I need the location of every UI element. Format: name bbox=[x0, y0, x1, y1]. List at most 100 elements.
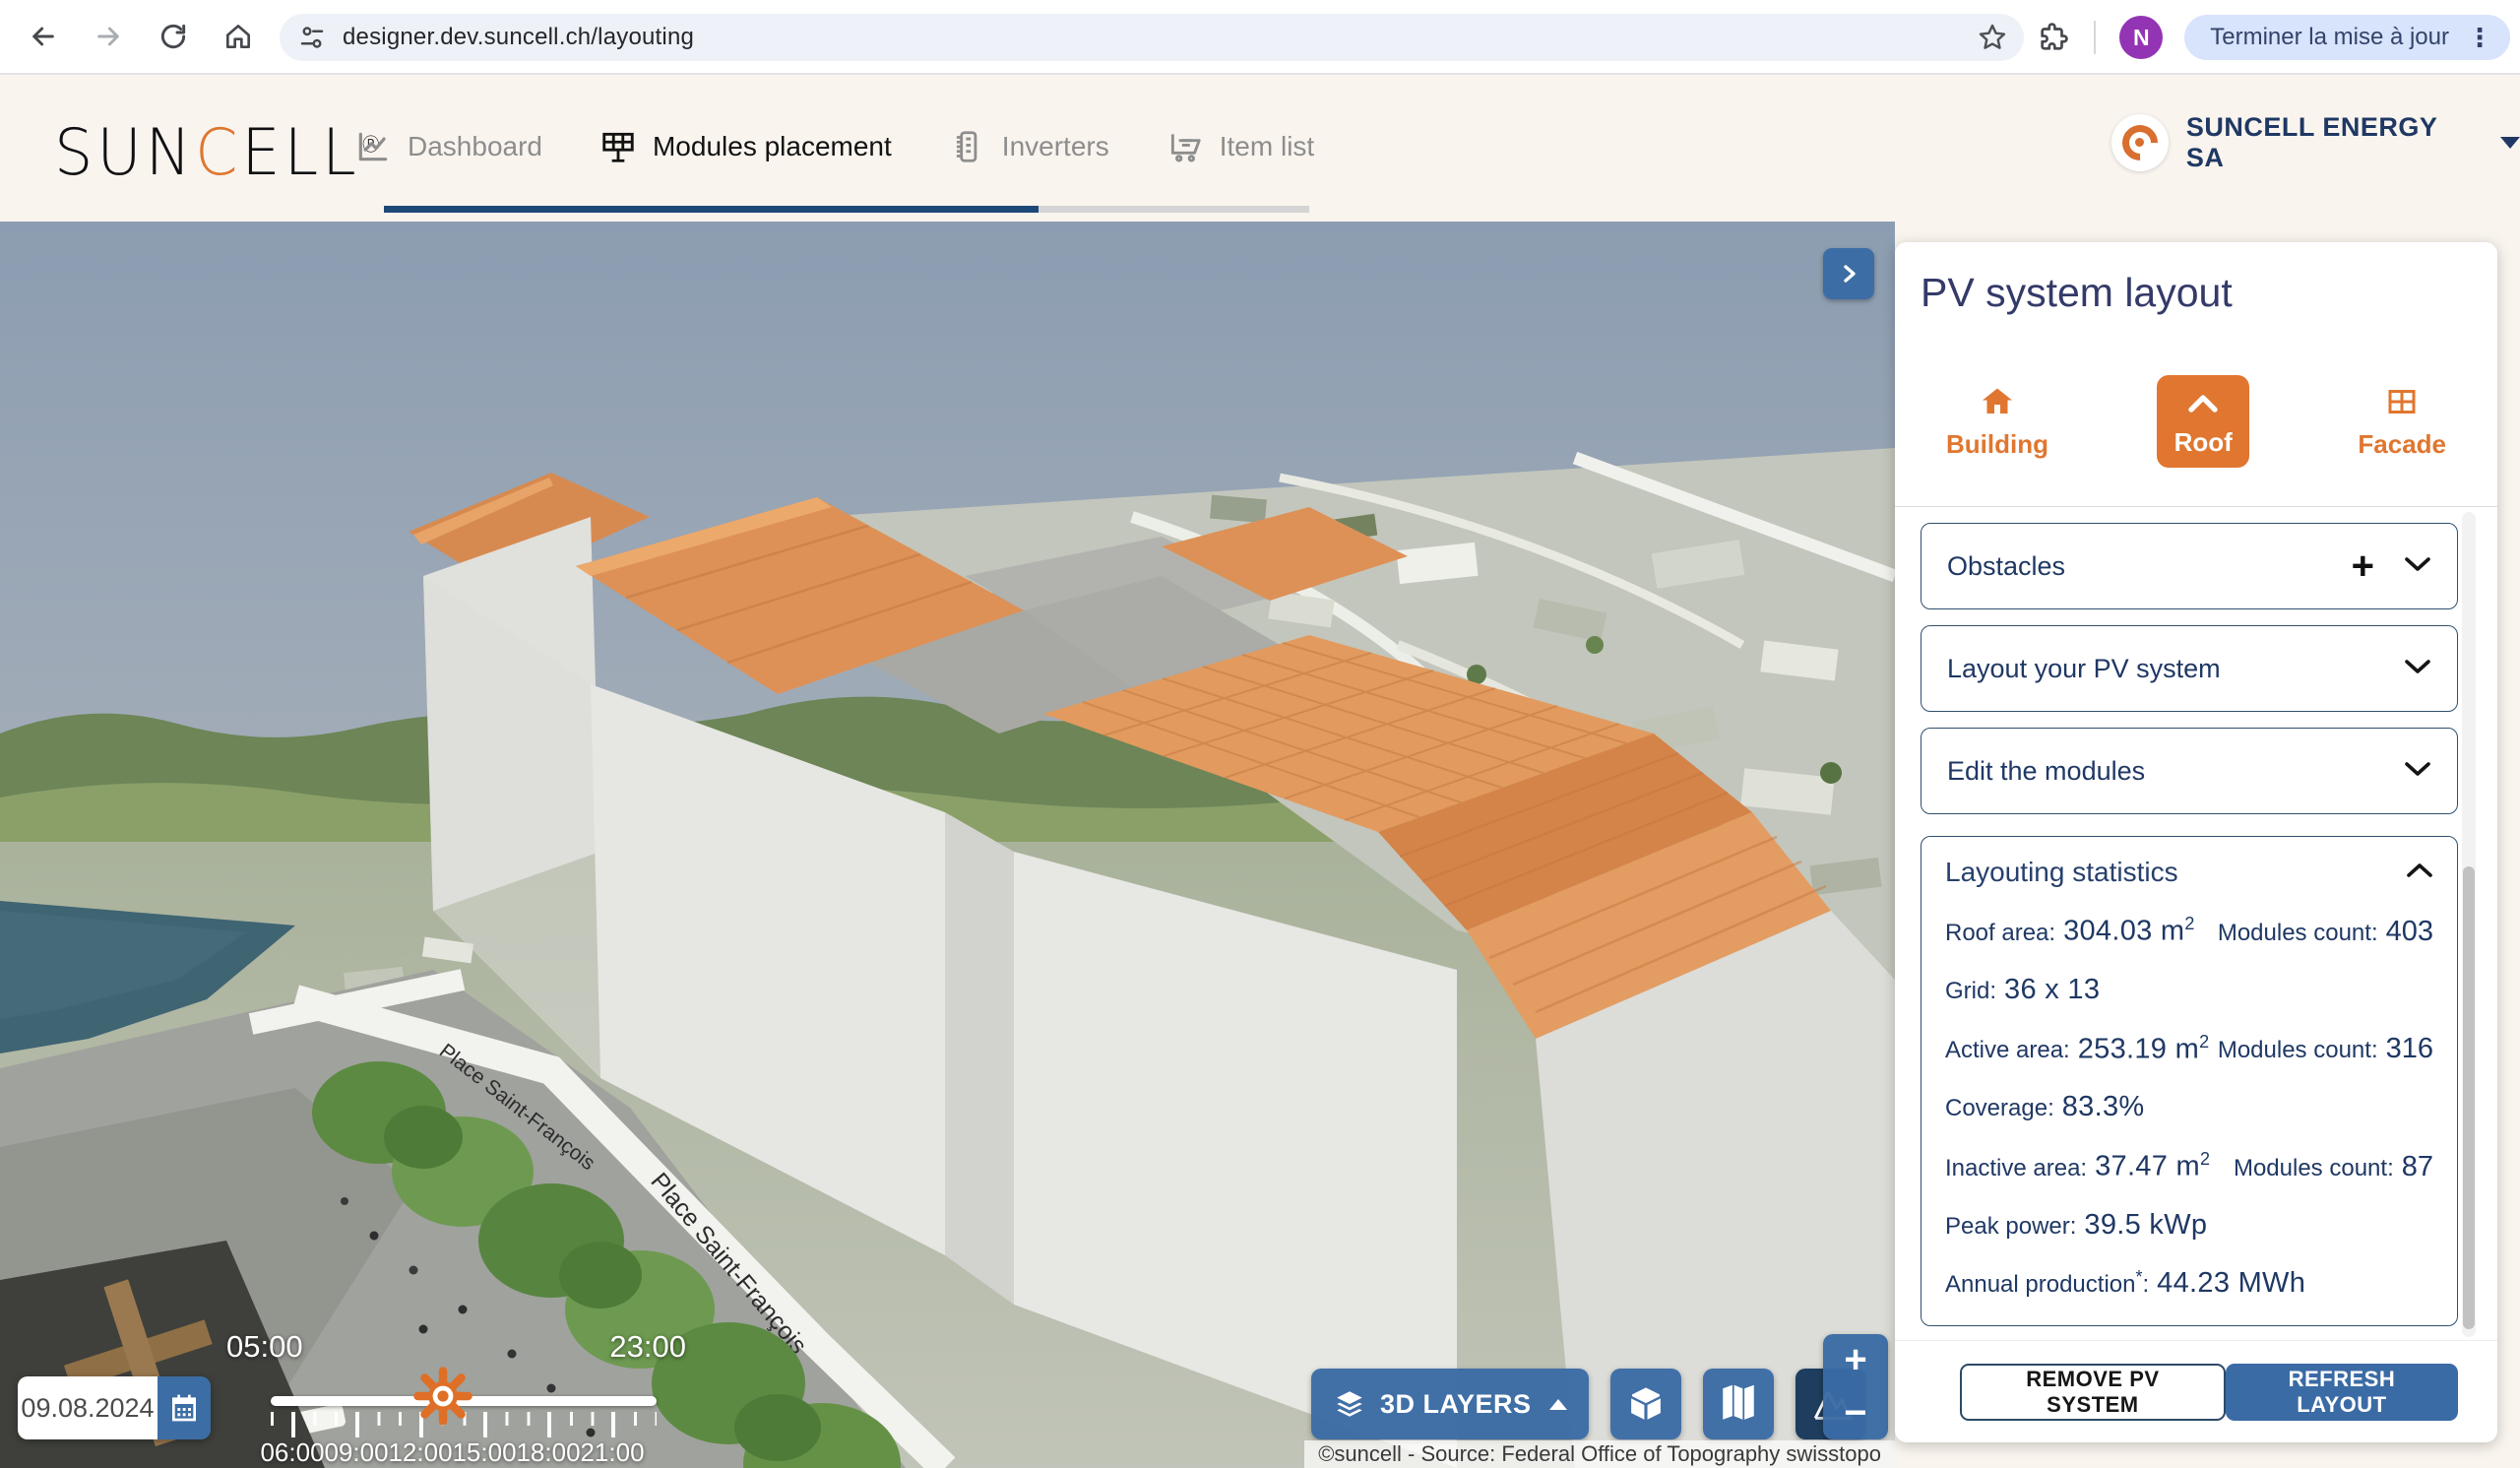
map-3d-view[interactable]: Place Saint-François Place Saint-Françoi… bbox=[0, 222, 1895, 1468]
stat-right-label: Modules count: bbox=[2218, 920, 2378, 947]
sun-icon bbox=[410, 1363, 476, 1430]
extensions-puzzle-icon[interactable] bbox=[2037, 21, 2070, 54]
chevron-down-icon bbox=[2404, 658, 2431, 680]
add-obstacle-button[interactable]: + bbox=[2352, 546, 2374, 586]
accordion-label: Obstacles bbox=[1947, 551, 2352, 582]
map-view-button[interactable] bbox=[1703, 1369, 1774, 1439]
calendar-button[interactable] bbox=[158, 1376, 211, 1439]
tick-label: 12:00 bbox=[388, 1437, 452, 1468]
sun-slider-handle[interactable] bbox=[410, 1363, 476, 1430]
panel-title: PV system layout bbox=[1921, 270, 2233, 316]
stat-label: Active area: bbox=[1945, 1037, 2070, 1064]
timeline-end-label: 23:00 bbox=[609, 1329, 686, 1365]
browser-home-button[interactable] bbox=[217, 15, 260, 58]
panel-sections: Obstacles + Layout your PV system Edit t… bbox=[1895, 507, 2497, 1326]
stat-label: Inactive area: bbox=[1945, 1155, 2087, 1182]
stat-value: 304.03 m2 bbox=[2063, 914, 2195, 948]
layouting-statistics-card: Layouting statistics Roof area: 304.03 m… bbox=[1921, 836, 2458, 1326]
logo-accent: C bbox=[195, 114, 241, 190]
tab-building[interactable]: Building bbox=[1946, 384, 2048, 460]
stat-label: Grid: bbox=[1945, 978, 1996, 1005]
accordion-layout-pv-system[interactable]: Layout your PV system bbox=[1921, 625, 2458, 712]
tick-label: 18:00 bbox=[516, 1437, 580, 1468]
timeline-tick-labels: 06:00 09:00 12:00 15:00 18:00 21:00 bbox=[271, 1437, 657, 1467]
logo-text-2: ELL bbox=[241, 114, 359, 190]
wizard-progress-bar bbox=[384, 206, 1309, 213]
tab-label: Roof bbox=[2174, 427, 2233, 458]
nav-inverters[interactable]: Inverters bbox=[949, 128, 1109, 165]
zoom-out-button[interactable]: − bbox=[1823, 1387, 1888, 1440]
panel-scrollbar[interactable] bbox=[2462, 512, 2476, 1337]
nav-dashboard[interactable]: Dashboard bbox=[354, 128, 542, 165]
site-info-icon bbox=[297, 23, 327, 52]
tab-facade[interactable]: Facade bbox=[2358, 384, 2446, 460]
timeline-start-label: 05:00 bbox=[226, 1329, 303, 1365]
nav-item-list[interactable]: Item list bbox=[1166, 128, 1314, 165]
browser-back-button[interactable] bbox=[22, 15, 65, 58]
stat-right-value: 316 bbox=[2386, 1033, 2433, 1065]
refresh-layout-button[interactable]: REFRESH LAYOUT bbox=[2226, 1364, 2458, 1421]
url-text[interactable]: designer.dev.suncell.ch/layouting bbox=[343, 24, 694, 51]
stat-value: 83.3% bbox=[2062, 1091, 2145, 1123]
stat-roof-area: Roof area: 304.03 m2 Modules count: 403 bbox=[1945, 914, 2433, 948]
cube-icon bbox=[1625, 1383, 1667, 1425]
stat-label: Coverage: bbox=[1945, 1095, 2054, 1122]
scrollbar-thumb[interactable] bbox=[2463, 866, 2475, 1329]
item-list-cart-icon bbox=[1166, 128, 1204, 165]
date-picker[interactable]: 09.08.2024 bbox=[18, 1376, 211, 1439]
stat-grid: Grid: 36 x 13 bbox=[1945, 974, 2433, 1006]
accordion-edit-modules[interactable]: Edit the modules bbox=[1921, 728, 2458, 814]
chevron-right-icon bbox=[1837, 262, 1860, 286]
dashboard-chart-icon bbox=[354, 128, 392, 165]
stat-label: Peak power: bbox=[1945, 1213, 2076, 1241]
accordion-label: Layout your PV system bbox=[1947, 654, 2404, 684]
org-account-dropdown[interactable]: SUNCELL ENERGY SA bbox=[2111, 112, 2520, 173]
3d-layers-label: 3D LAYERS bbox=[1380, 1389, 1532, 1420]
browser-toolbar: designer.dev.suncell.ch/layouting N Term… bbox=[0, 0, 2520, 75]
tab-label: Building bbox=[1946, 429, 2048, 460]
update-button-label: Terminer la mise à jour bbox=[2210, 24, 2449, 51]
bookmark-star-icon[interactable] bbox=[1977, 22, 2008, 53]
statistics-title: Layouting statistics bbox=[1945, 857, 2406, 888]
tab-roof[interactable]: Roof bbox=[2157, 375, 2249, 468]
main-nav: Dashboard Modules placement Inverters It… bbox=[354, 112, 1314, 181]
accordion-obstacles[interactable]: Obstacles + bbox=[1921, 523, 2458, 609]
folded-map-icon bbox=[1718, 1383, 1759, 1425]
org-logo bbox=[2111, 114, 2169, 171]
statistics-header[interactable]: Layouting statistics bbox=[1945, 857, 2433, 888]
stat-coverage: Coverage: 83.3% bbox=[1945, 1091, 2433, 1123]
layers-icon bbox=[1333, 1387, 1366, 1421]
nav-modules-placement[interactable]: Modules placement bbox=[599, 128, 892, 165]
stat-label: Roof area: bbox=[1945, 920, 2055, 947]
profile-avatar[interactable]: N bbox=[2119, 16, 2163, 59]
remove-pv-system-button[interactable]: REMOVE PV SYSTEM bbox=[1960, 1364, 2226, 1421]
building-house-icon bbox=[1980, 384, 2015, 419]
zoom-control: + − bbox=[1823, 1334, 1888, 1439]
tick-label: 21:00 bbox=[580, 1437, 644, 1468]
stat-value: 253.19 m2 bbox=[2078, 1032, 2210, 1066]
surface-tabs: Building Roof Facade bbox=[1895, 337, 2497, 506]
back-arrow-icon bbox=[28, 21, 59, 52]
browser-forward-button[interactable] bbox=[87, 15, 130, 58]
org-name: SUNCELL ENERGY SA bbox=[2186, 112, 2483, 173]
map-attribution: ©suncell - Source: Federal Office of Top… bbox=[1304, 1440, 1895, 1468]
suncell-logo[interactable]: SUNCELL® bbox=[54, 114, 386, 190]
zoom-in-button[interactable]: + bbox=[1823, 1334, 1888, 1387]
browser-menu-icon[interactable]: ⋮ bbox=[2467, 23, 2492, 53]
facade-grid-icon bbox=[2384, 384, 2420, 419]
date-value[interactable]: 09.08.2024 bbox=[18, 1376, 158, 1439]
3d-cube-view-button[interactable] bbox=[1610, 1369, 1681, 1439]
map-scene: Place Saint-François Place Saint-Françoi… bbox=[0, 222, 1895, 1468]
browser-update-button[interactable]: Terminer la mise à jour ⋮ bbox=[2184, 15, 2510, 60]
stat-right-label: Modules count: bbox=[2218, 1037, 2378, 1064]
chevron-down-icon bbox=[2404, 555, 2431, 578]
app-header: SUNCELL® Dashboard Modules placement Inv… bbox=[0, 77, 2520, 222]
panel-collapse-button[interactable] bbox=[1823, 248, 1874, 299]
address-bar[interactable]: designer.dev.suncell.ch/layouting bbox=[280, 14, 2024, 61]
toolbar-divider bbox=[2094, 21, 2096, 54]
roof-chevron-icon bbox=[2185, 386, 2221, 421]
pv-system-layout-panel: PV system layout Building Roof Facade Ob… bbox=[1895, 242, 2497, 1442]
stat-active-area: Active area: 253.19 m2 Modules count: 31… bbox=[1945, 1032, 2433, 1066]
3d-layers-button[interactable]: 3D LAYERS bbox=[1311, 1369, 1589, 1439]
browser-reload-button[interactable] bbox=[152, 15, 195, 58]
